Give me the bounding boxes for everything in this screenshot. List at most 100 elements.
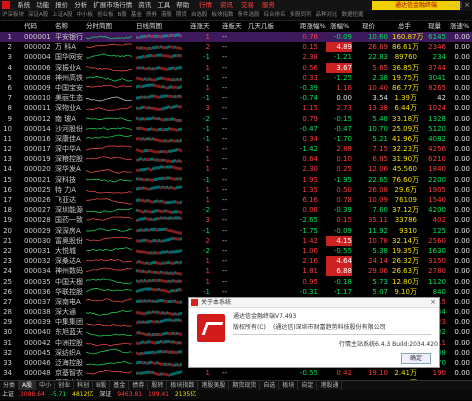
toolbar-item[interactable]: 沪深板块 bbox=[0, 12, 26, 18]
stock-name[interactable]: 神州高铁 bbox=[55, 73, 83, 83]
table-row[interactable]: 17 000026 飞亚达 1 -- 6.16 0.78 10.09 76109 1540 0.00 bbox=[0, 195, 472, 205]
stock-code[interactable]: 000008 bbox=[24, 73, 51, 83]
table-row[interactable]: 22 000031 大悦城 -2 -- 1.06 -0.55 5.38 19.35万 1630 0.… bbox=[0, 246, 472, 256]
stock-code[interactable]: 000040 bbox=[24, 327, 51, 337]
stock-name[interactable]: 深华发A bbox=[55, 164, 81, 174]
toolbar-item[interactable]: 数据挖掘 bbox=[340, 12, 366, 18]
table-row[interactable]: 26 000036 华联控股 -1 -- -0.31 -1.17 5.07 9.10万 840 0.… bbox=[0, 287, 472, 297]
stock-name[interactable]: 深振业A bbox=[55, 63, 81, 73]
stock-name[interactable]: 泛海控股 bbox=[55, 358, 83, 368]
stock-code[interactable]: 000028 bbox=[24, 215, 51, 225]
stock-code[interactable]: 000027 bbox=[24, 205, 51, 215]
market-tab[interactable]: 板块指数 bbox=[167, 381, 199, 390]
stock-name[interactable]: 深桑达A bbox=[55, 256, 81, 266]
stock-code[interactable]: 000039 bbox=[24, 317, 51, 327]
stock-name[interactable]: 中洲控股 bbox=[55, 338, 83, 348]
stock-code[interactable]: 000025 bbox=[24, 185, 51, 195]
stock-name[interactable]: 国药一致 bbox=[55, 215, 83, 225]
stock-name[interactable]: 深大通 bbox=[55, 307, 76, 317]
table-row[interactable]: 10 000014 沙河股份 -1 -- -0.47 -0.47 10.70 25.09万 512… bbox=[0, 124, 472, 134]
stock-code[interactable]: 000014 bbox=[24, 124, 51, 134]
market-tab[interactable]: 自选 bbox=[260, 381, 280, 390]
market-tab[interactable]: 港股美股 bbox=[198, 381, 230, 390]
table-row[interactable]: 20 000029 深深房A -1 -- -1.75 -0.09 11.92 9310 125 0.… bbox=[0, 226, 472, 236]
stock-name[interactable]: 大悦城 bbox=[55, 246, 76, 256]
toolbar-item[interactable]: B股 bbox=[116, 12, 129, 18]
menu-item[interactable]: 系统 bbox=[14, 0, 33, 11]
table-row[interactable]: 23 000032 深桑达A 1 -- 2.16 4.64 24.14 26.32万 3150 0.… bbox=[0, 256, 472, 267]
table-row[interactable]: 19 000028 国药一致 3 -- -2.65 0.15 35.11 33786 402 0.0… bbox=[0, 215, 472, 225]
market-tab[interactable]: A股 bbox=[19, 381, 37, 390]
stock-code[interactable]: 000004 bbox=[24, 52, 51, 62]
toolbar-item[interactable]: 港股 bbox=[159, 12, 174, 18]
table-row[interactable]: 12 000017 深中华A 1 -- -1.42 2.88 7.15 32.23万 4256 0.… bbox=[0, 144, 472, 154]
column-header[interactable]: 日线简图 bbox=[136, 21, 162, 31]
menu-item[interactable]: 工具 bbox=[154, 0, 173, 11]
table-row[interactable]: 21 000030 富奥股份 2 -- 1.42 4.15 10.78 32.14万 2560 0.… bbox=[0, 235, 472, 246]
market-tab[interactable]: 债券 bbox=[129, 381, 149, 390]
column-header[interactable]: 现价 bbox=[362, 21, 375, 31]
right-menu-item[interactable]: 资讯 bbox=[216, 1, 237, 9]
stock-code[interactable]: 000032 bbox=[24, 256, 51, 266]
stock-name[interactable]: 平安银行 bbox=[55, 32, 83, 42]
stock-name[interactable]: 富奥股份 bbox=[55, 236, 83, 246]
close-icon[interactable]: × bbox=[430, 298, 436, 307]
stock-name[interactable]: 深圳能源 bbox=[55, 205, 83, 215]
stock-name[interactable]: 深康佳A bbox=[55, 134, 81, 144]
stock-code[interactable]: 000011 bbox=[24, 103, 51, 113]
column-header[interactable]: 代码 bbox=[24, 21, 37, 31]
toolbar-item[interactable]: 基金 bbox=[129, 12, 144, 18]
stock-name[interactable]: 沙河股份 bbox=[55, 124, 83, 134]
column-header[interactable]: 涨速% bbox=[450, 21, 469, 31]
table-row[interactable]: 11 000016 深康佳A -1 -- 0.34 -1.70 5.21 41.96万 4082 0… bbox=[0, 134, 472, 144]
column-header[interactable]: 涨幅% bbox=[330, 21, 349, 31]
stock-name[interactable]: 深深房A bbox=[55, 226, 81, 236]
table-row[interactable]: 4 000006 深振业A 1 -- 0.56 3.67 5.65 36.85万 3744 0.00 bbox=[0, 62, 472, 73]
table-row[interactable]: 3 000004 国华网安 -1 -- 2.38 -1.21 22.83 89760 234 0.0… bbox=[0, 52, 472, 62]
stock-name[interactable]: 万 科A bbox=[55, 42, 76, 52]
menu-item[interactable]: 扩展市场行情 bbox=[90, 0, 135, 11]
menu-item[interactable]: 报价 bbox=[52, 0, 71, 11]
table-row[interactable]: 1 000001 平安银行 1 -- 0.76 -0.09 10.60 160.87万 6145 0… bbox=[0, 32, 472, 43]
table-row[interactable]: 14 000020 深华发A 1 -- 2.30 0.25 12.06 45.560 1840 0.… bbox=[0, 164, 472, 174]
stock-name[interactable]: 华联控股 bbox=[55, 287, 83, 297]
stock-code[interactable]: 000016 bbox=[24, 134, 51, 144]
window-buttons[interactable]: — □ × bbox=[446, 0, 470, 11]
market-tab[interactable]: 创业 bbox=[55, 381, 75, 390]
stock-name[interactable]: 深纺织A bbox=[55, 348, 81, 358]
market-tab[interactable]: 股转 bbox=[148, 381, 168, 390]
stock-code[interactable]: 000026 bbox=[24, 195, 51, 205]
table-row[interactable]: 13 000019 深粮控股 1 -- 0.64 0.10 6.85 31.90万 6210 0.0… bbox=[0, 154, 472, 164]
toolbar-item[interactable]: 多股同列 bbox=[287, 12, 313, 18]
column-header[interactable]: 几天几板 bbox=[248, 21, 274, 31]
market-tab[interactable]: 科创 bbox=[74, 381, 94, 390]
table-row[interactable]: 24 000034 神州数码 1 -- 1.81 6.88 29.06 26.63万 2780 0.… bbox=[0, 266, 472, 277]
table-row[interactable]: 15 000021 深科技 -1 -- 1.95 -1.95 22.65 76.60万 2200 0… bbox=[0, 175, 472, 185]
toolbar-item[interactable]: 自选股 bbox=[189, 12, 210, 18]
table-row[interactable]: 34 000048 京基智农 1 -- -0.55 0.42 19.10 2.41万 190 0.0… bbox=[0, 368, 472, 378]
toolbar-item[interactable]: 品种对比 bbox=[314, 12, 340, 18]
market-tab[interactable]: B股 bbox=[93, 381, 111, 390]
market-tab[interactable]: 期货现货 bbox=[229, 381, 261, 390]
stock-name[interactable]: 深中华A bbox=[55, 144, 81, 154]
market-tab[interactable]: 板块 bbox=[279, 381, 299, 390]
toolbar-item[interactable]: 板块指数 bbox=[209, 12, 235, 18]
column-header[interactable]: 现量 bbox=[428, 21, 441, 31]
market-tab[interactable]: 中小 bbox=[36, 381, 56, 390]
stock-code[interactable]: 000036 bbox=[24, 287, 51, 297]
stock-code[interactable]: 000020 bbox=[24, 164, 51, 174]
stock-code[interactable]: 000031 bbox=[24, 246, 51, 256]
stock-code[interactable]: 000029 bbox=[24, 226, 51, 236]
stock-name[interactable]: 中国宝安 bbox=[55, 83, 83, 93]
menu-item[interactable]: 分析 bbox=[71, 0, 90, 11]
toolbar-item[interactable]: 条件选股 bbox=[235, 12, 261, 18]
stock-name[interactable]: 特 力A bbox=[55, 185, 76, 195]
right-menu-item[interactable]: 行情 bbox=[195, 1, 216, 9]
table-row[interactable]: 16 000025 特 力A 1 -- 1.35 0.50 26.08 29.6万 1905 0.0… bbox=[0, 185, 472, 195]
stock-name[interactable]: 神州数码 bbox=[55, 266, 83, 276]
table-row[interactable]: 6 000009 中国宝安 1 -- -0.39 1.16 10.40 86.77万 8265 0.… bbox=[0, 83, 472, 93]
stock-code[interactable]: 000010 bbox=[24, 93, 51, 103]
menu-item[interactable]: 资讯 bbox=[135, 0, 154, 11]
stock-code[interactable]: 000002 bbox=[24, 42, 51, 52]
column-header[interactable]: 距涨幅% bbox=[300, 21, 326, 31]
